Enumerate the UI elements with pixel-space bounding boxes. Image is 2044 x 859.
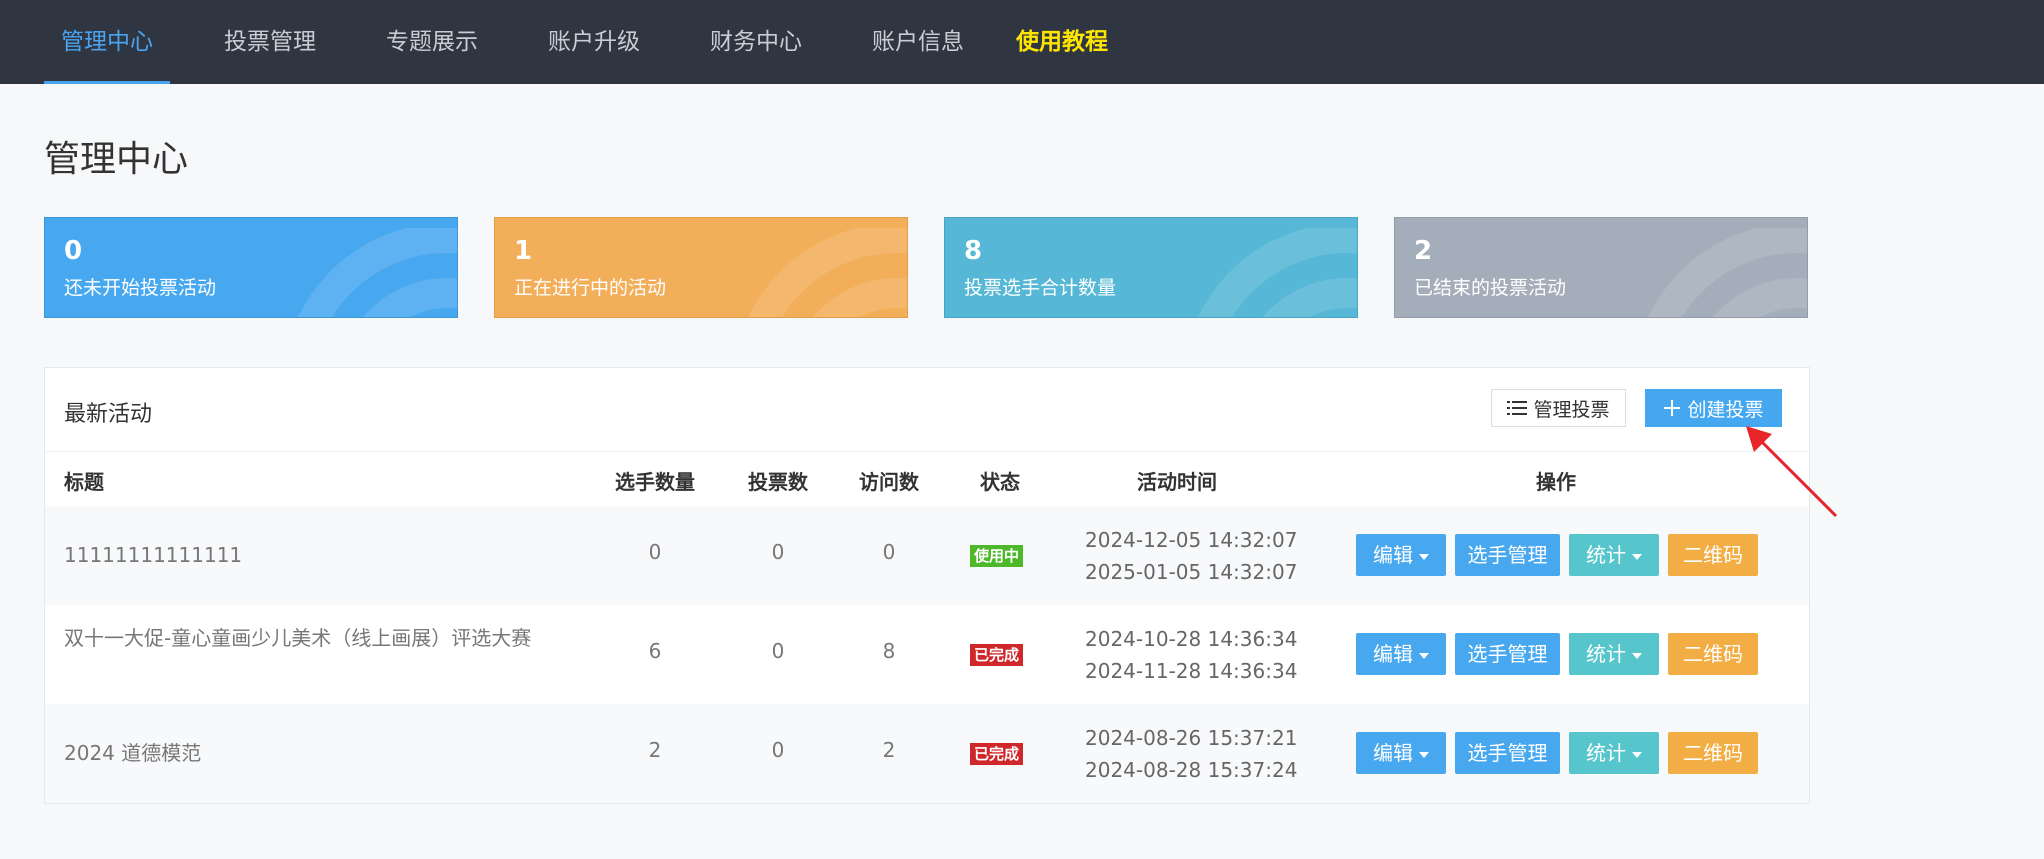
votes-count: 0: [771, 639, 785, 663]
end-time: 2024-08-28 15:37:24: [1085, 758, 1298, 782]
create-vote-label: 创建投票: [1687, 398, 1764, 421]
column-header-status: 状态: [980, 470, 1020, 494]
start-time: 2024-08-26 15:37:21: [1085, 726, 1298, 750]
visits-count: 2: [882, 738, 896, 762]
table-row: 2024 道德模范 2 0 2 已完成 2024-08-26 15:37:21 …: [45, 704, 1809, 803]
page-title: 管理中心: [44, 139, 189, 180]
status-badge: 使用中: [970, 545, 1024, 567]
statistics-label: 统计: [1586, 543, 1626, 567]
nav-item-vote-management[interactable]: 投票管理: [224, 0, 316, 84]
stat-card-not-started: 0 还未开始投票活动: [44, 217, 458, 318]
manage-votes-label: 管理投票: [1533, 398, 1610, 421]
nav-item-account[interactable]: 账户信息: [872, 0, 964, 84]
statistics-button[interactable]: 统计: [1569, 633, 1659, 675]
players-count: 0: [648, 540, 662, 564]
edit-label: 编辑: [1373, 741, 1413, 765]
edit-button[interactable]: 编辑: [1356, 732, 1446, 774]
caret-down-icon: [1632, 751, 1642, 758]
stat-value: 8: [964, 236, 983, 266]
activity-title[interactable]: 双十一大促-童心童画少儿美术（线上画展）评选大赛: [64, 623, 534, 654]
stat-label: 还未开始投票活动: [64, 277, 217, 299]
statistics-label: 统计: [1586, 741, 1626, 765]
players-count: 2: [648, 738, 662, 762]
edit-button[interactable]: 编辑: [1356, 534, 1446, 576]
activity-title[interactable]: 11111111111111: [64, 540, 534, 571]
caret-down-icon: [1419, 553, 1429, 560]
qrcode-button[interactable]: 二维码: [1668, 534, 1758, 576]
end-time: 2025-01-05 14:32:07: [1085, 560, 1298, 584]
stat-value: 0: [64, 236, 83, 266]
stat-value: 2: [1414, 236, 1433, 266]
votes-count: 0: [771, 540, 785, 564]
stat-label: 正在进行中的活动: [514, 277, 667, 299]
statistics-label: 统计: [1586, 642, 1626, 666]
column-header-actions: 操作: [1536, 470, 1576, 494]
column-header-players: 选手数量: [615, 470, 695, 494]
column-header-visits: 访问数: [859, 470, 919, 494]
caret-down-icon: [1632, 553, 1642, 560]
edit-button[interactable]: 编辑: [1356, 633, 1446, 675]
stat-value: 1: [514, 236, 533, 266]
statistics-button[interactable]: 统计: [1569, 732, 1659, 774]
nav-item-topics[interactable]: 专题展示: [386, 0, 478, 84]
qrcode-button[interactable]: 二维码: [1668, 732, 1758, 774]
table-row: 双十一大促-童心童画少儿美术（线上画展）评选大赛 6 0 8 已完成 2024-…: [45, 605, 1809, 704]
visits-count: 8: [882, 639, 896, 663]
table-row: 11111111111111 0 0 0 使用中 2024-12-05 14:3…: [45, 506, 1809, 605]
manage-votes-button[interactable]: 管理投票: [1491, 389, 1626, 427]
plus-icon: [1664, 400, 1681, 416]
start-time: 2024-12-05 14:32:07: [1085, 528, 1298, 552]
nav-item-finance[interactable]: 财务中心: [710, 0, 802, 84]
signal-decoration-icon: [1198, 228, 1357, 317]
status-badge: 已完成: [970, 743, 1024, 765]
activity-time: 2024-12-05 14:32:07 2025-01-05 14:32:07: [1085, 524, 1297, 588]
panel-title: 最新活动: [64, 402, 153, 427]
list-icon: [1507, 401, 1528, 415]
activity-time: 2024-10-28 14:36:34 2024-11-28 14:36:34: [1085, 623, 1297, 687]
caret-down-icon: [1419, 751, 1429, 758]
signal-decoration-icon: [298, 228, 457, 317]
top-nav: 管理中心 投票管理 专题展示 账户升级 财务中心 账户信息 使用教程: [0, 0, 2044, 84]
qrcode-button[interactable]: 二维码: [1668, 633, 1758, 675]
annotation-arrow-icon: [1746, 426, 1838, 518]
players-count: 6: [648, 639, 662, 663]
nav-item-dashboard[interactable]: 管理中心: [44, 0, 170, 84]
panel-divider: [45, 451, 1809, 452]
start-time: 2024-10-28 14:36:34: [1085, 627, 1298, 651]
candidate-management-button[interactable]: 选手管理: [1455, 534, 1560, 576]
stat-label: 已结束的投票活动: [1414, 277, 1567, 299]
edit-label: 编辑: [1373, 642, 1413, 666]
signal-decoration-icon: [1648, 228, 1807, 317]
activity-time: 2024-08-26 15:37:21 2024-08-28 15:37:24: [1085, 722, 1297, 786]
column-header-votes: 投票数: [748, 470, 808, 494]
edit-label: 编辑: [1373, 543, 1413, 567]
nav-item-tutorial[interactable]: 使用教程: [1016, 0, 1108, 84]
candidate-management-button[interactable]: 选手管理: [1455, 732, 1560, 774]
latest-activities-panel: 最新活动 管理投票 创建投票 标题 选手数量 投票数 访问数 状态 活动时间 操…: [44, 367, 1810, 804]
stat-card-in-progress: 1 正在进行中的活动: [494, 217, 908, 318]
signal-decoration-icon: [748, 228, 907, 317]
statistics-button[interactable]: 统计: [1569, 534, 1659, 576]
visits-count: 0: [882, 540, 896, 564]
stat-card-ended: 2 已结束的投票活动: [1394, 217, 1808, 318]
caret-down-icon: [1419, 652, 1429, 659]
status-badge: 已完成: [970, 644, 1024, 666]
caret-down-icon: [1632, 652, 1642, 659]
column-header-time: 活动时间: [1137, 470, 1217, 494]
votes-count: 0: [771, 738, 785, 762]
stat-label: 投票选手合计数量: [964, 277, 1117, 299]
column-header-title: 标题: [64, 470, 104, 494]
end-time: 2024-11-28 14:36:34: [1085, 659, 1298, 683]
candidate-management-button[interactable]: 选手管理: [1455, 633, 1560, 675]
stat-card-candidates: 8 投票选手合计数量: [944, 217, 1358, 318]
activity-title[interactable]: 2024 道德模范: [64, 738, 534, 769]
nav-item-upgrade[interactable]: 账户升级: [548, 0, 640, 84]
